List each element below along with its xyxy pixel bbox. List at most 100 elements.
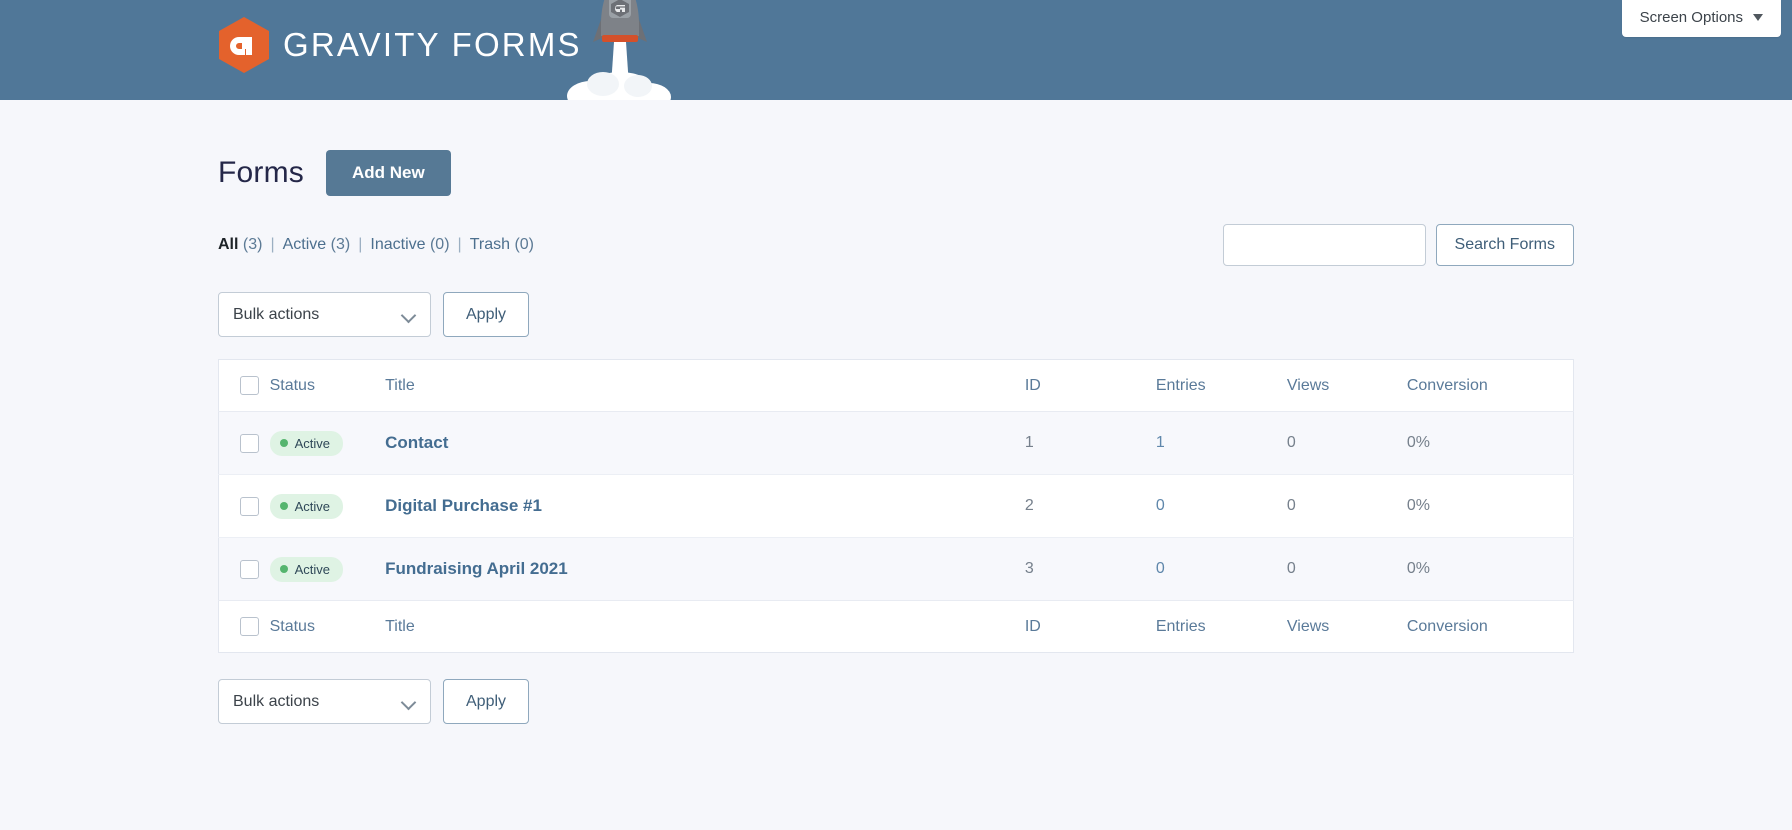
- status-badge[interactable]: Active: [270, 431, 343, 456]
- select-all-header: [219, 360, 270, 412]
- form-title-link[interactable]: Fundraising April 2021: [385, 559, 568, 578]
- filter-link-trash[interactable]: Trash (0): [470, 236, 534, 254]
- filter-label-active: Active: [283, 236, 327, 253]
- apply-button-top[interactable]: Apply: [443, 292, 529, 337]
- column-header-conversion[interactable]: Conversion: [1407, 360, 1574, 412]
- filters-and-search-row: All (3) | Active (3) | Inactive (0) | Tr…: [218, 224, 1574, 266]
- column-footer-entries[interactable]: Entries: [1156, 601, 1287, 653]
- form-title-link[interactable]: Digital Purchase #1: [385, 496, 542, 515]
- table-body: Active Contact 1 1 0: [219, 412, 1574, 601]
- row-title-cell: Fundraising April 2021: [385, 538, 1025, 601]
- row-select-cell: [219, 538, 270, 601]
- row-title-cell: Contact: [385, 412, 1025, 475]
- column-footer-conversion[interactable]: Conversion: [1407, 601, 1574, 653]
- conversion-value: 0%: [1407, 497, 1430, 514]
- row-status-cell: Active: [270, 412, 386, 475]
- masthead-banner: GRAVITY FORMS Screen Options: [0, 0, 1792, 100]
- table-footer-row: Status Title ID Entries Views Conversion: [219, 601, 1574, 653]
- bulk-actions-select-bottom[interactable]: Bulk actions: [218, 679, 431, 724]
- form-id-value: 3: [1025, 560, 1034, 577]
- views-count-value: 0: [1287, 434, 1296, 451]
- select-all-checkbox-top[interactable]: [240, 376, 259, 395]
- row-views-cell: 0: [1287, 412, 1407, 475]
- bulk-actions-value-bottom: Bulk actions: [233, 693, 319, 711]
- table-row: Active Fundraising April 2021 3 0 0: [219, 538, 1574, 601]
- row-title-cell: Digital Purchase #1: [385, 475, 1025, 538]
- table-head: Status Title ID Entries Views Conversion: [219, 360, 1574, 412]
- rocket-illustration: [545, 0, 695, 100]
- bulk-actions-select-top[interactable]: Bulk actions: [218, 292, 431, 337]
- row-entries-cell: 0: [1156, 538, 1287, 601]
- entries-count-link[interactable]: 0: [1156, 497, 1165, 514]
- status-badge[interactable]: Active: [270, 494, 343, 519]
- row-select-cell: [219, 412, 270, 475]
- filter-separator: |: [450, 236, 470, 254]
- row-id-cell: 2: [1025, 475, 1156, 538]
- content-wrapper: Forms Add New All (3) | Active (3) | Ina…: [218, 100, 1574, 724]
- status-badge-label: Active: [295, 499, 330, 514]
- column-header-entries[interactable]: Entries: [1156, 360, 1287, 412]
- search-input[interactable]: [1223, 224, 1426, 266]
- bulk-actions-value-top: Bulk actions: [233, 306, 319, 324]
- status-dot-icon: [280, 439, 288, 447]
- apply-button-bottom[interactable]: Apply: [443, 679, 529, 724]
- select-all-footer: [219, 601, 270, 653]
- row-views-cell: 0: [1287, 538, 1407, 601]
- row-conversion-cell: 0%: [1407, 475, 1574, 538]
- form-title-link[interactable]: Contact: [385, 433, 448, 452]
- search-area: Search Forms: [1223, 224, 1574, 266]
- status-dot-icon: [280, 565, 288, 573]
- entries-count-link[interactable]: 0: [1156, 560, 1165, 577]
- add-new-button[interactable]: Add New: [326, 150, 451, 196]
- status-dot-icon: [280, 502, 288, 510]
- filter-label-trash: Trash: [470, 236, 510, 253]
- filter-count-trash: (0): [514, 236, 534, 253]
- table-row: Active Digital Purchase #1 2 0 0: [219, 475, 1574, 538]
- status-filter-links: All (3) | Active (3) | Inactive (0) | Tr…: [218, 236, 534, 254]
- filter-label-inactive: Inactive: [370, 236, 425, 253]
- views-count-value: 0: [1287, 560, 1296, 577]
- table-row: Active Contact 1 1 0: [219, 412, 1574, 475]
- row-checkbox[interactable]: [240, 434, 259, 453]
- filter-link-active[interactable]: Active (3): [283, 236, 351, 254]
- column-footer-id[interactable]: ID: [1025, 601, 1156, 653]
- brand-name: GRAVITY FORMS: [283, 26, 582, 64]
- filter-link-all[interactable]: All (3): [218, 236, 262, 254]
- gravity-forms-hexagon-icon: [219, 17, 269, 73]
- brand-logo-group: GRAVITY FORMS: [219, 17, 582, 73]
- search-forms-button[interactable]: Search Forms: [1436, 224, 1574, 266]
- column-header-id[interactable]: ID: [1025, 360, 1156, 412]
- column-header-status[interactable]: Status: [270, 360, 386, 412]
- screen-options-button[interactable]: Screen Options: [1622, 0, 1781, 37]
- form-id-value: 1: [1025, 434, 1034, 451]
- chevron-down-icon: [1753, 14, 1763, 21]
- row-status-cell: Active: [270, 475, 386, 538]
- chevron-down-icon: [401, 308, 417, 324]
- select-all-checkbox-bottom[interactable]: [240, 617, 259, 636]
- column-header-views[interactable]: Views: [1287, 360, 1407, 412]
- filter-separator: |: [262, 236, 282, 254]
- row-id-cell: 1: [1025, 412, 1156, 475]
- entries-count-link[interactable]: 1: [1156, 434, 1165, 451]
- table-header-row: Status Title ID Entries Views Conversion: [219, 360, 1574, 412]
- row-entries-cell: 0: [1156, 475, 1287, 538]
- row-checkbox[interactable]: [240, 560, 259, 579]
- tablenav-top: Bulk actions Apply: [218, 292, 1574, 337]
- column-footer-views[interactable]: Views: [1287, 601, 1407, 653]
- column-footer-title[interactable]: Title: [385, 601, 1025, 653]
- status-badge-label: Active: [295, 436, 330, 451]
- column-footer-status[interactable]: Status: [270, 601, 386, 653]
- filter-link-inactive[interactable]: Inactive (0): [370, 236, 449, 254]
- row-conversion-cell: 0%: [1407, 538, 1574, 601]
- status-badge-label: Active: [295, 562, 330, 577]
- row-status-cell: Active: [270, 538, 386, 601]
- status-badge[interactable]: Active: [270, 557, 343, 582]
- filter-count-inactive: (0): [430, 236, 450, 253]
- filter-count-all: (3): [243, 236, 263, 253]
- row-select-cell: [219, 475, 270, 538]
- tablenav-bottom: Bulk actions Apply: [218, 679, 1574, 724]
- filter-count-active: (3): [331, 236, 351, 253]
- column-header-title[interactable]: Title: [385, 360, 1025, 412]
- row-checkbox[interactable]: [240, 497, 259, 516]
- views-count-value: 0: [1287, 497, 1296, 514]
